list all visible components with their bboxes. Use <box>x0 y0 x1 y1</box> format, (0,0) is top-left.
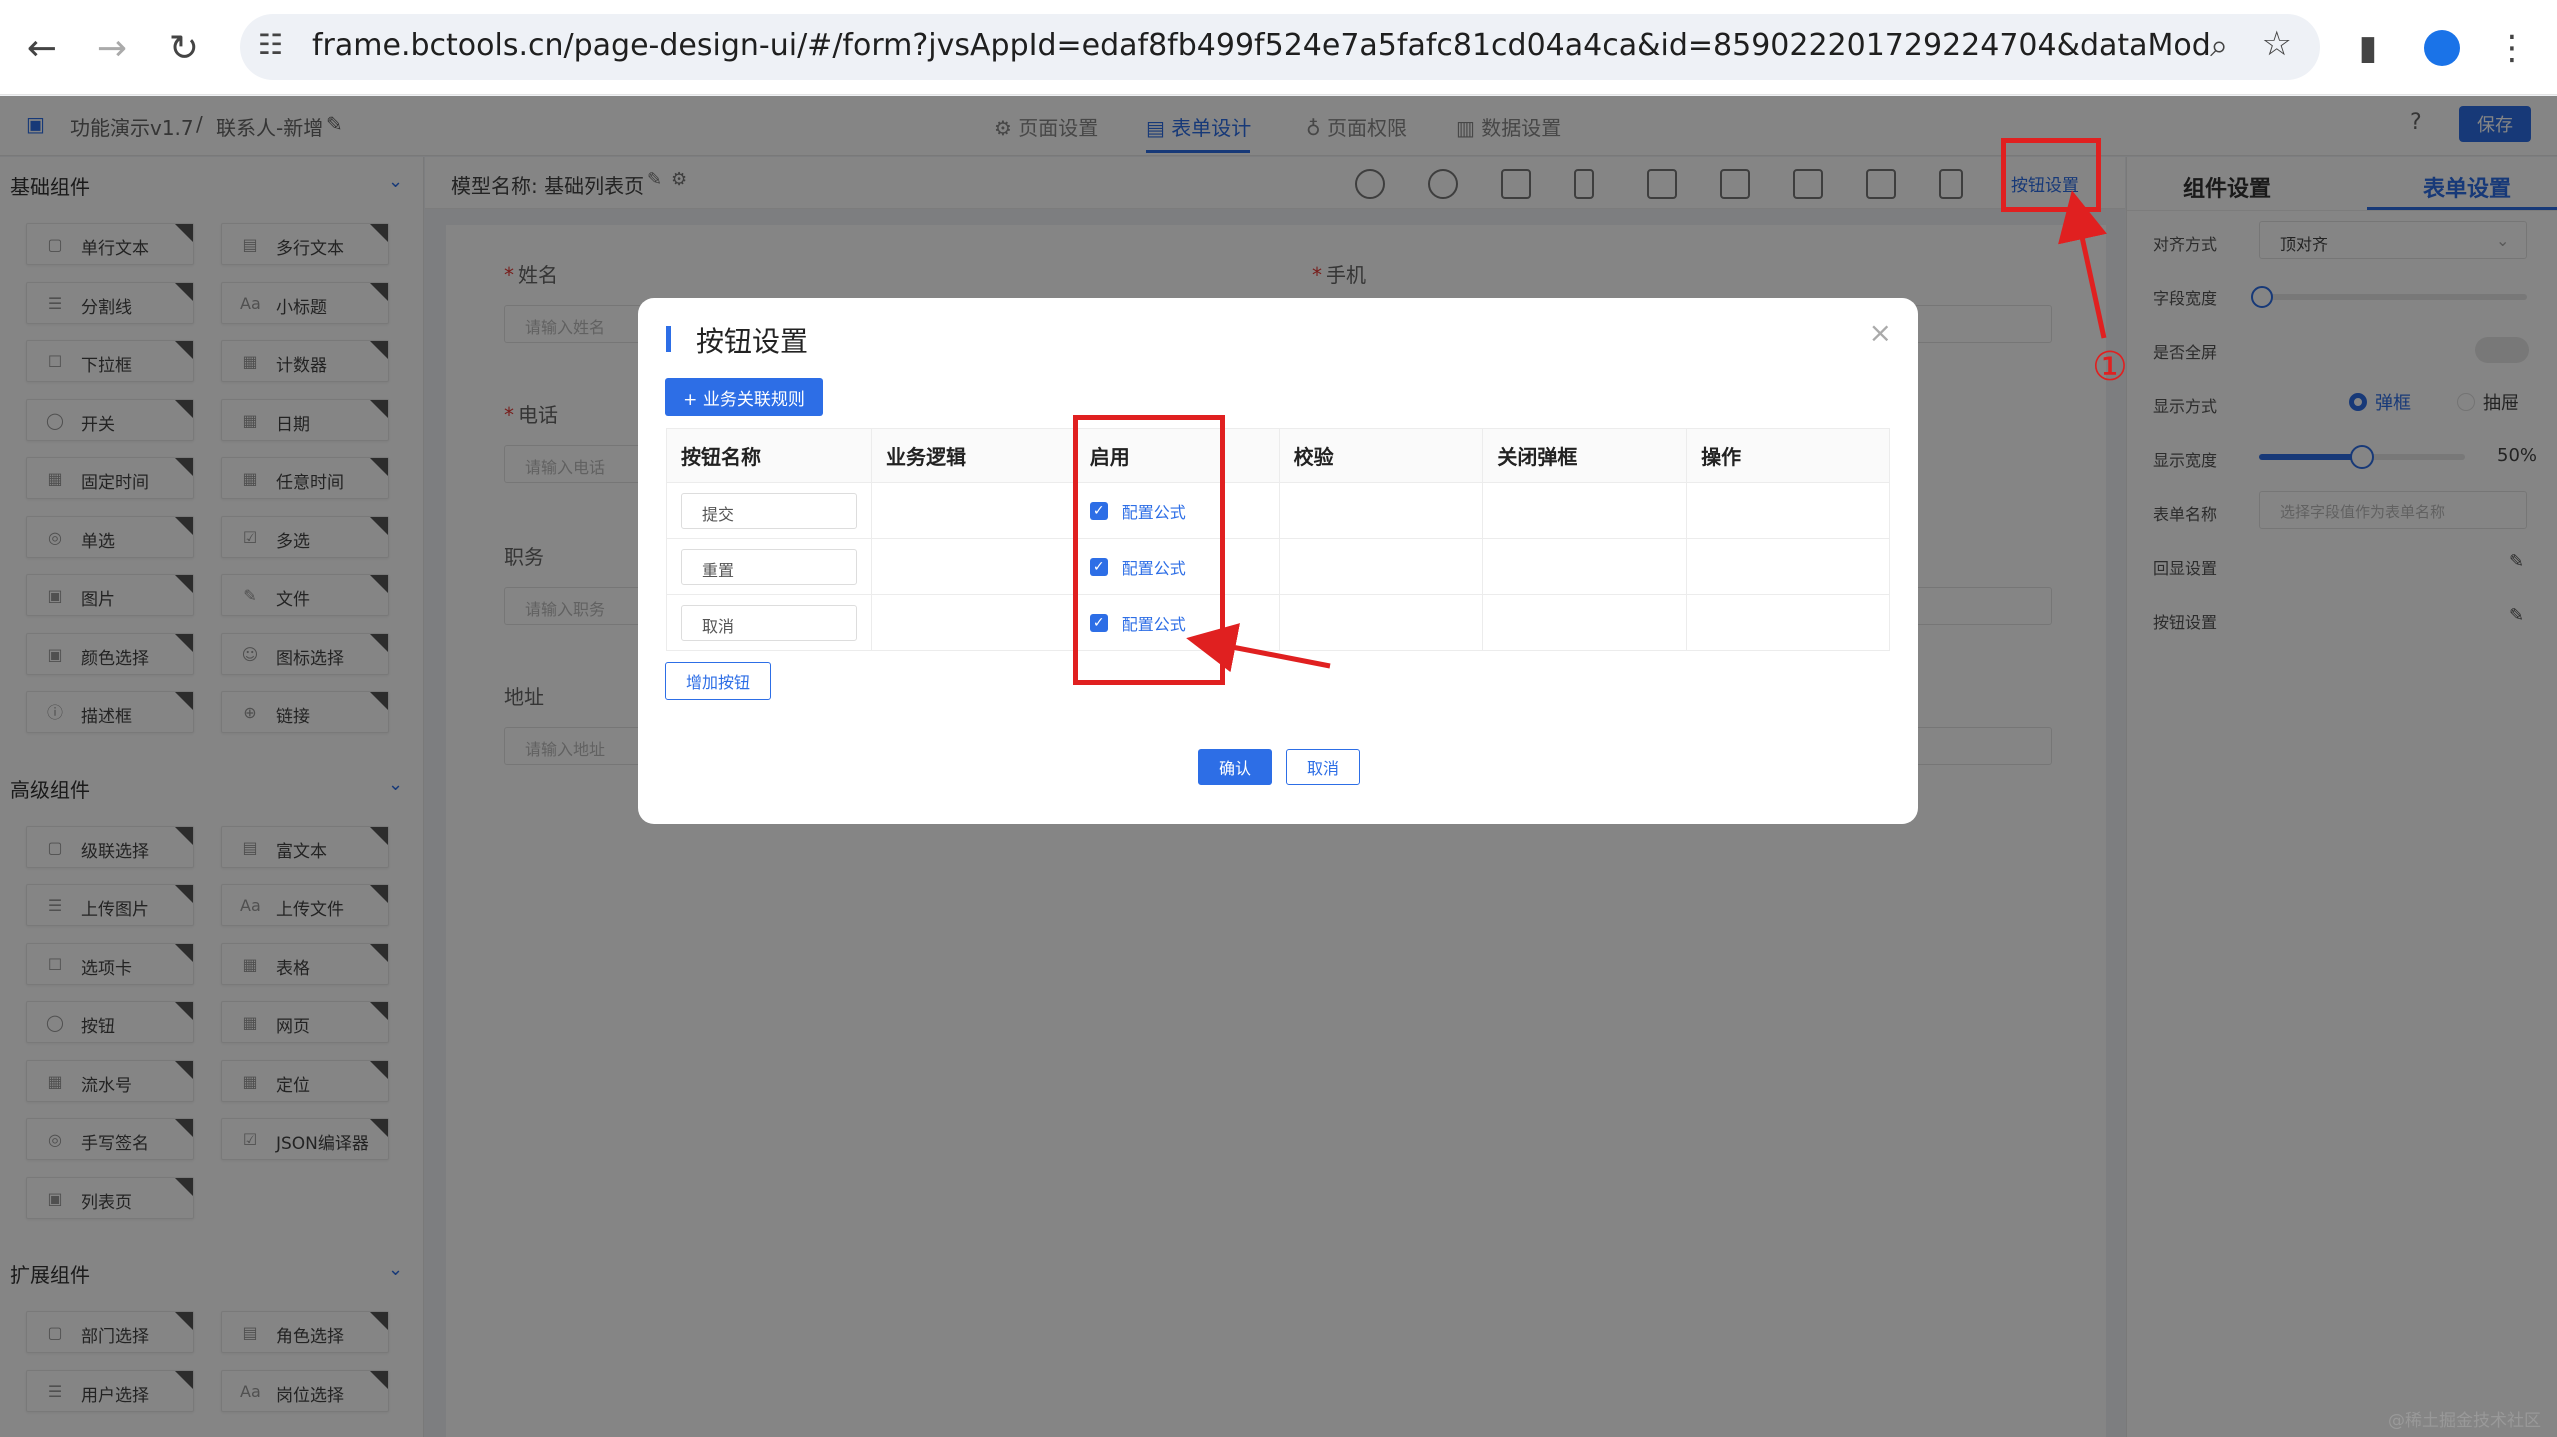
arrow-to-formula <box>1186 623 1331 673</box>
watermark: @稀土掘金技术社区 <box>2388 1411 2541 1431</box>
arrow-to-button-settings <box>2058 190 2107 339</box>
annotation-arrows <box>1186 190 2107 673</box>
